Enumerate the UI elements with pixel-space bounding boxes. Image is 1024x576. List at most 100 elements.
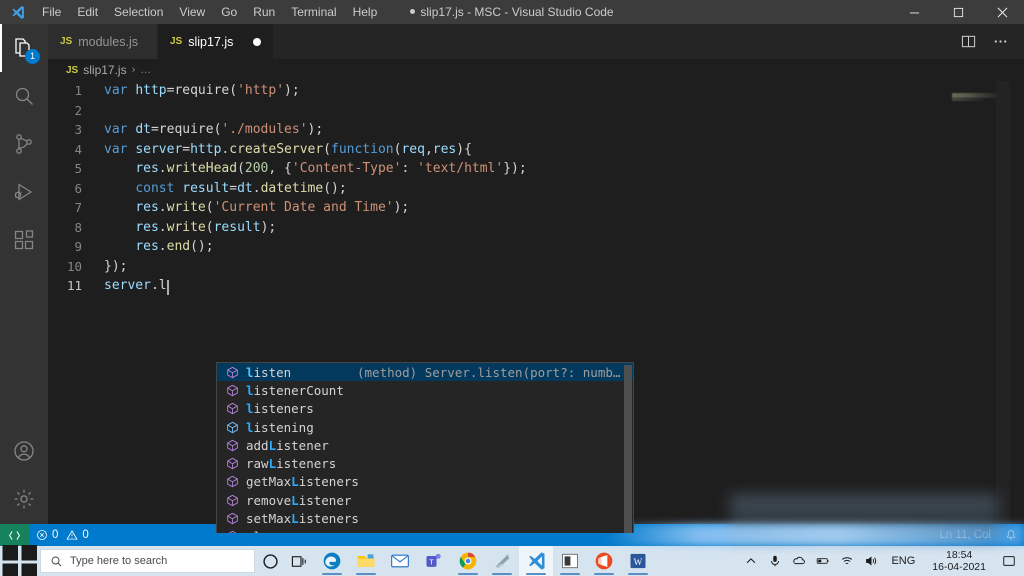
suggest-scrollbar-thumb[interactable]: [624, 365, 632, 533]
clock[interactable]: 18:54 16-04-2021: [924, 549, 994, 573]
suggest-item[interactable]: listeners: [217, 400, 633, 418]
chevron-up-icon[interactable]: [740, 546, 762, 576]
code-token: =: [229, 180, 238, 196]
taskbar-app-vscode[interactable]: [519, 546, 553, 576]
suggest-item[interactable]: getMaxListeners: [217, 473, 633, 491]
taskbar-app-office[interactable]: [587, 546, 621, 576]
menu-terminal[interactable]: Terminal: [283, 0, 344, 24]
menu-go[interactable]: Go: [213, 0, 245, 24]
close-button[interactable]: [980, 0, 1024, 24]
window-controls[interactable]: [892, 0, 1024, 24]
breadcrumb-tail[interactable]: …: [140, 64, 151, 76]
maximize-button[interactable]: [936, 0, 980, 24]
search-input[interactable]: Type here to search: [40, 549, 255, 573]
accounts-button[interactable]: [0, 427, 48, 475]
cortana-icon[interactable]: [255, 546, 285, 576]
sidebar-item-search[interactable]: [0, 72, 48, 120]
suggest-item[interactable]: listen (method) Server.listen(port?: numb…: [217, 363, 633, 382]
menu-run[interactable]: Run: [245, 0, 283, 24]
minimap[interactable]: [948, 81, 1010, 533]
tab-slip17-js[interactable]: JS slip17.js: [158, 24, 275, 59]
breadcrumb-file[interactable]: slip17.js: [83, 63, 126, 77]
taskbar-app-adobe-reader[interactable]: [485, 546, 519, 576]
notification-icon[interactable]: [996, 546, 1022, 576]
suggest-item[interactable]: setMaxListeners: [217, 509, 633, 527]
suggest-item[interactable]: addListener: [217, 436, 633, 454]
code-line[interactable]: 8 res.write(result);: [48, 218, 1024, 238]
code-line[interactable]: 2: [48, 101, 1024, 121]
battery-icon[interactable]: [812, 546, 834, 576]
sidebar-item-explorer[interactable]: 1: [0, 24, 48, 72]
taskbar-app-chrome[interactable]: [451, 546, 485, 576]
menu-help[interactable]: Help: [345, 0, 386, 24]
method-icon: [225, 438, 239, 452]
sidebar-item-source-control[interactable]: [0, 120, 48, 168]
split-editor-icon[interactable]: [954, 28, 982, 56]
code-line[interactable]: 1 var http=require('http');: [48, 81, 1024, 101]
suggest-item[interactable]: rawListeners: [217, 454, 633, 472]
tab-label: modules.js: [78, 34, 138, 49]
taskbar-app-mail[interactable]: [383, 546, 417, 576]
wifi-icon[interactable]: [836, 546, 858, 576]
code-editor[interactable]: 1 var http=require('http'); 2 3 var dt=requi…: [48, 81, 1024, 533]
code-line[interactable]: 9 res.end();: [48, 237, 1024, 257]
suggest-scrollbar[interactable]: [623, 363, 633, 533]
onedrive-icon[interactable]: [788, 546, 810, 576]
menu-bar[interactable]: File Edit Selection View Go Run Terminal…: [34, 0, 385, 24]
code-lines[interactable]: 1 var http=require('http'); 2 3 var dt=requi…: [48, 81, 1024, 296]
code-line[interactable]: 5 res.writeHead(200, {'Content-Type': 't…: [48, 159, 1024, 179]
code-line[interactable]: 10});: [48, 257, 1024, 277]
suggest-list[interactable]: listen (method) Server.listen(port?: numb…: [217, 363, 633, 533]
cursor-position-button[interactable]: Ln 11, Col: [932, 524, 998, 546]
menu-view[interactable]: View: [171, 0, 213, 24]
suggest-item[interactable]: listenerCount: [217, 381, 633, 399]
search-icon: [51, 556, 62, 566]
code-token: );: [393, 200, 410, 215]
volume-icon[interactable]: [860, 546, 882, 576]
suggest-item[interactable]: listening: [217, 418, 633, 436]
code-token: .: [158, 161, 167, 176]
more-actions-ellipsis-icon[interactable]: [986, 28, 1014, 56]
suggest-widget[interactable]: listen (method) Server.listen(port?: numb…: [216, 362, 634, 533]
line-number: 9: [74, 239, 82, 254]
tab-modules-js[interactable]: JS modules.js: [48, 24, 158, 59]
tab-dirty-icon[interactable]: [253, 37, 262, 46]
code-line[interactable]: 6 const result=dt.datetime();: [48, 179, 1024, 199]
code-line[interactable]: 7 res.write('Current Date and Time');: [48, 198, 1024, 218]
code-token: =: [150, 122, 159, 137]
code-line[interactable]: 4 var server=http.createServer(function(r…: [48, 140, 1024, 160]
taskbar-app-word[interactable]: W: [621, 546, 655, 576]
taskbar-app-edge[interactable]: [315, 546, 349, 576]
microphone-icon[interactable]: [764, 546, 786, 576]
task-view-icon[interactable]: [285, 546, 315, 576]
taskbar-app-file-explorer[interactable]: [349, 546, 383, 576]
editor-scrollbar[interactable]: [1010, 81, 1024, 533]
sidebar-item-extensions[interactable]: [0, 216, 48, 264]
line-text: res.write(result);: [104, 218, 276, 238]
minimize-button[interactable]: [892, 0, 936, 24]
warning-icon: [66, 530, 79, 540]
code-line[interactable]: 3 var dt=require('./modules');: [48, 120, 1024, 140]
code-token: server: [104, 278, 151, 293]
sidebar-item-run-and-debug[interactable]: [0, 168, 48, 216]
taskbar-app-powerpoint[interactable]: [553, 546, 587, 576]
menu-selection[interactable]: Selection: [106, 0, 171, 24]
code-line[interactable]: 11 server.l: [48, 276, 1024, 296]
suggest-item[interactable]: close: [217, 528, 633, 533]
windows-start-icon[interactable]: [0, 545, 40, 576]
suggest-item[interactable]: removeListener: [217, 491, 633, 509]
taskbar-app-teams[interactable]: T: [417, 546, 451, 576]
notifications-bell-icon[interactable]: [998, 524, 1024, 546]
language-indicator[interactable]: ENG: [884, 555, 922, 567]
code-token: (: [237, 161, 245, 176]
manage-settings-button[interactable]: [0, 475, 48, 523]
breadcrumb[interactable]: JS slip17.js › …: [48, 59, 1024, 81]
line-number: 3: [74, 122, 82, 137]
menu-edit[interactable]: Edit: [69, 0, 106, 24]
code-token: 'Current Date and Time': [213, 200, 394, 215]
svg-text:T: T: [429, 557, 434, 566]
menu-file[interactable]: File: [34, 0, 69, 24]
minimap-slider[interactable]: [996, 81, 1010, 533]
line-number: 6: [74, 180, 82, 196]
